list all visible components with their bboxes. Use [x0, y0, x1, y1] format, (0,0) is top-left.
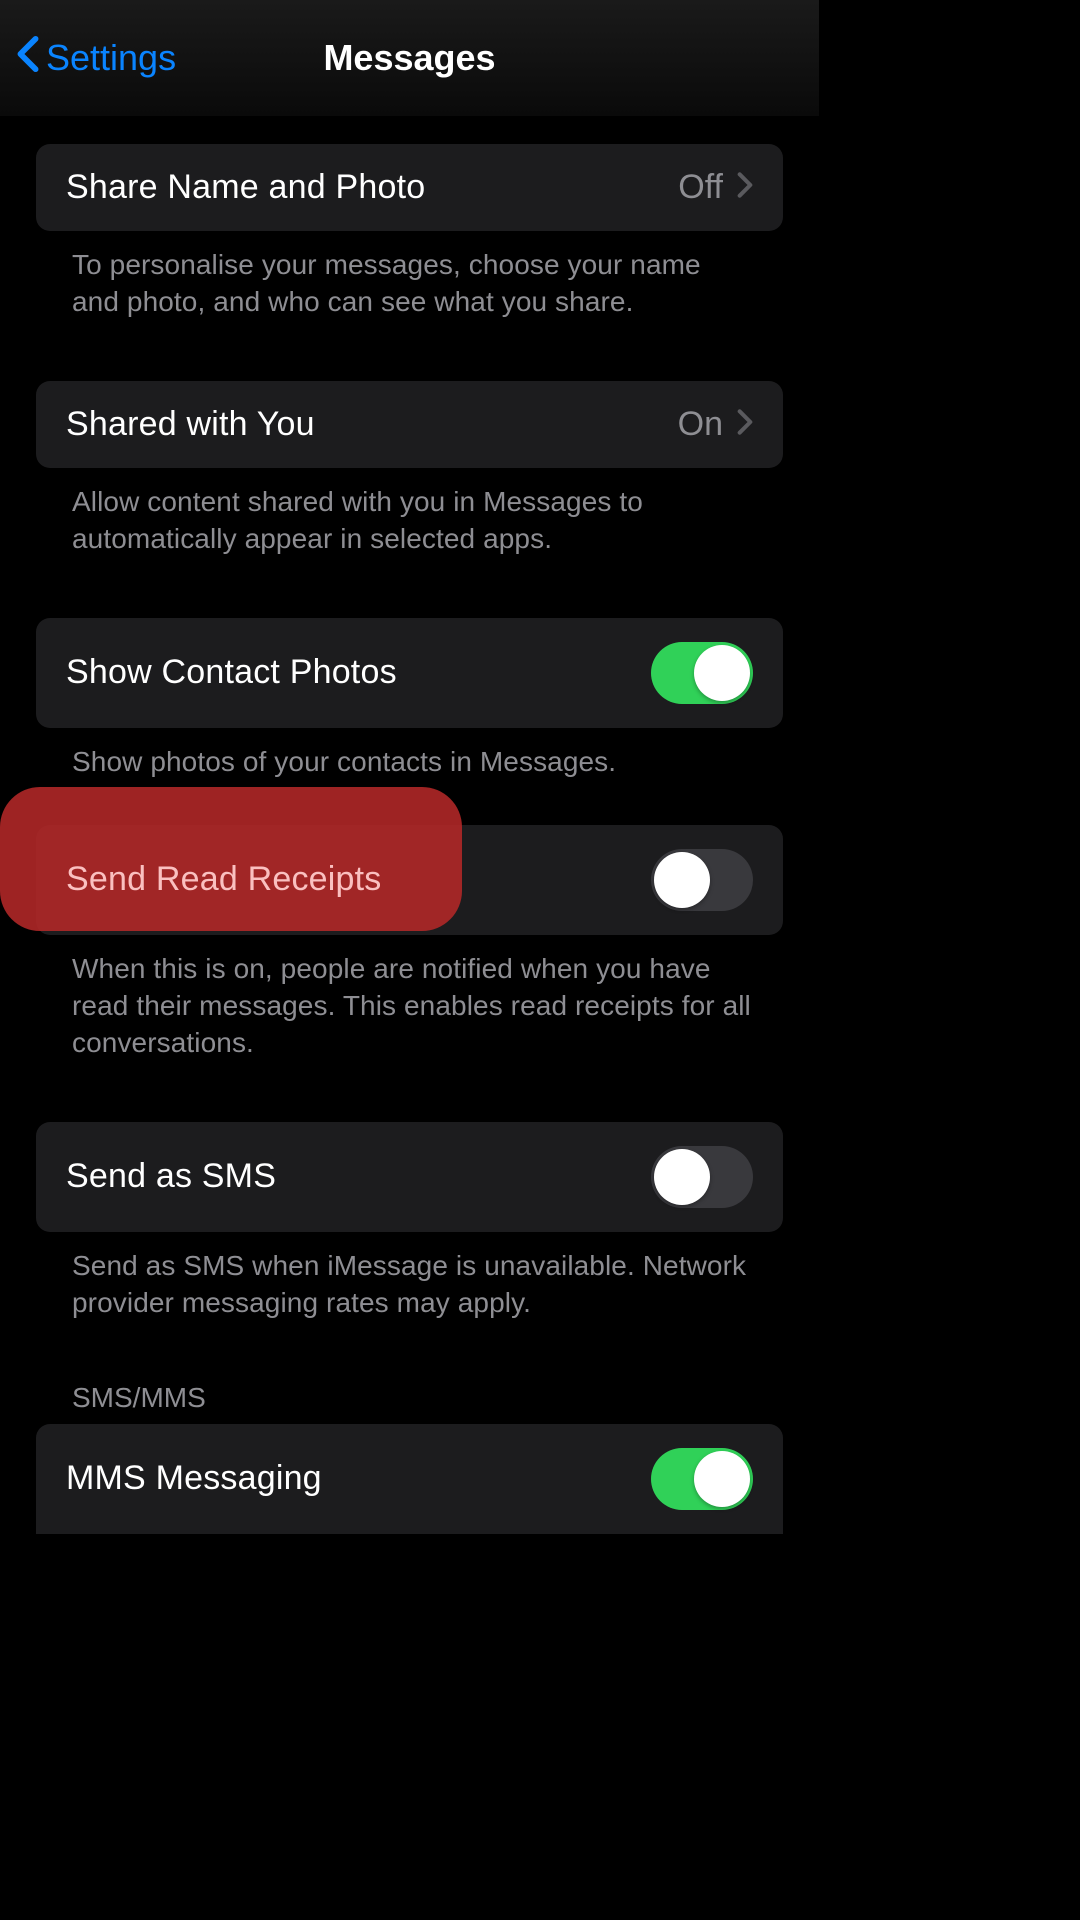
highlight-overlay [0, 787, 462, 931]
toggle-knob [654, 852, 710, 908]
share-name-photo-footer: To personalise your messages, choose you… [36, 231, 783, 321]
send-as-sms-toggle[interactable] [651, 1146, 753, 1208]
send-read-receipts-row: Send Read Receipts [36, 825, 783, 935]
chevron-left-icon [16, 35, 40, 82]
back-button[interactable]: Settings [16, 35, 176, 82]
send-read-receipts-section: Send Read Receipts When this is on, peop… [36, 825, 783, 1062]
sms-mms-section: SMS/MMS MMS Messaging [36, 1382, 783, 1534]
chevron-right-icon [737, 408, 753, 441]
row-label: Show Contact Photos [66, 653, 397, 692]
toggle-knob [694, 645, 750, 701]
row-label: Send Read Receipts [66, 860, 381, 899]
row-right: On [678, 405, 753, 444]
sms-mms-header: SMS/MMS [36, 1382, 783, 1424]
show-contact-photos-row: Show Contact Photos [36, 618, 783, 728]
nav-header: Settings Messages [0, 0, 819, 116]
settings-content: Share Name and Photo Off To personalise … [0, 144, 819, 1534]
shared-with-you-row[interactable]: Shared with You On [36, 381, 783, 468]
shared-with-you-section: Shared with You On Allow content shared … [36, 381, 783, 558]
share-name-photo-row[interactable]: Share Name and Photo Off [36, 144, 783, 231]
show-contact-photos-section: Show Contact Photos Show photos of your … [36, 618, 783, 781]
row-label: Shared with You [66, 405, 315, 444]
shared-with-you-footer: Allow content shared with you in Message… [36, 468, 783, 558]
row-label: Share Name and Photo [66, 168, 425, 207]
send-as-sms-section: Send as SMS Send as SMS when iMessage is… [36, 1122, 783, 1322]
chevron-right-icon [737, 171, 753, 204]
mms-messaging-row: MMS Messaging [36, 1424, 783, 1534]
row-value: Off [678, 168, 723, 207]
toggle-knob [654, 1149, 710, 1205]
send-read-receipts-footer: When this is on, people are notified whe… [36, 935, 783, 1062]
toggle-knob [694, 1451, 750, 1507]
row-label: MMS Messaging [66, 1459, 322, 1498]
show-contact-photos-toggle[interactable] [651, 642, 753, 704]
send-read-receipts-toggle[interactable] [651, 849, 753, 911]
back-label: Settings [46, 37, 176, 79]
row-value: On [678, 405, 723, 444]
row-right: Off [678, 168, 753, 207]
page-title: Messages [323, 37, 495, 79]
send-as-sms-row: Send as SMS [36, 1122, 783, 1232]
share-name-photo-section: Share Name and Photo Off To personalise … [36, 144, 783, 321]
send-as-sms-footer: Send as SMS when iMessage is unavailable… [36, 1232, 783, 1322]
mms-messaging-toggle[interactable] [651, 1448, 753, 1510]
row-label: Send as SMS [66, 1157, 276, 1196]
show-contact-photos-footer: Show photos of your contacts in Messages… [36, 728, 783, 781]
